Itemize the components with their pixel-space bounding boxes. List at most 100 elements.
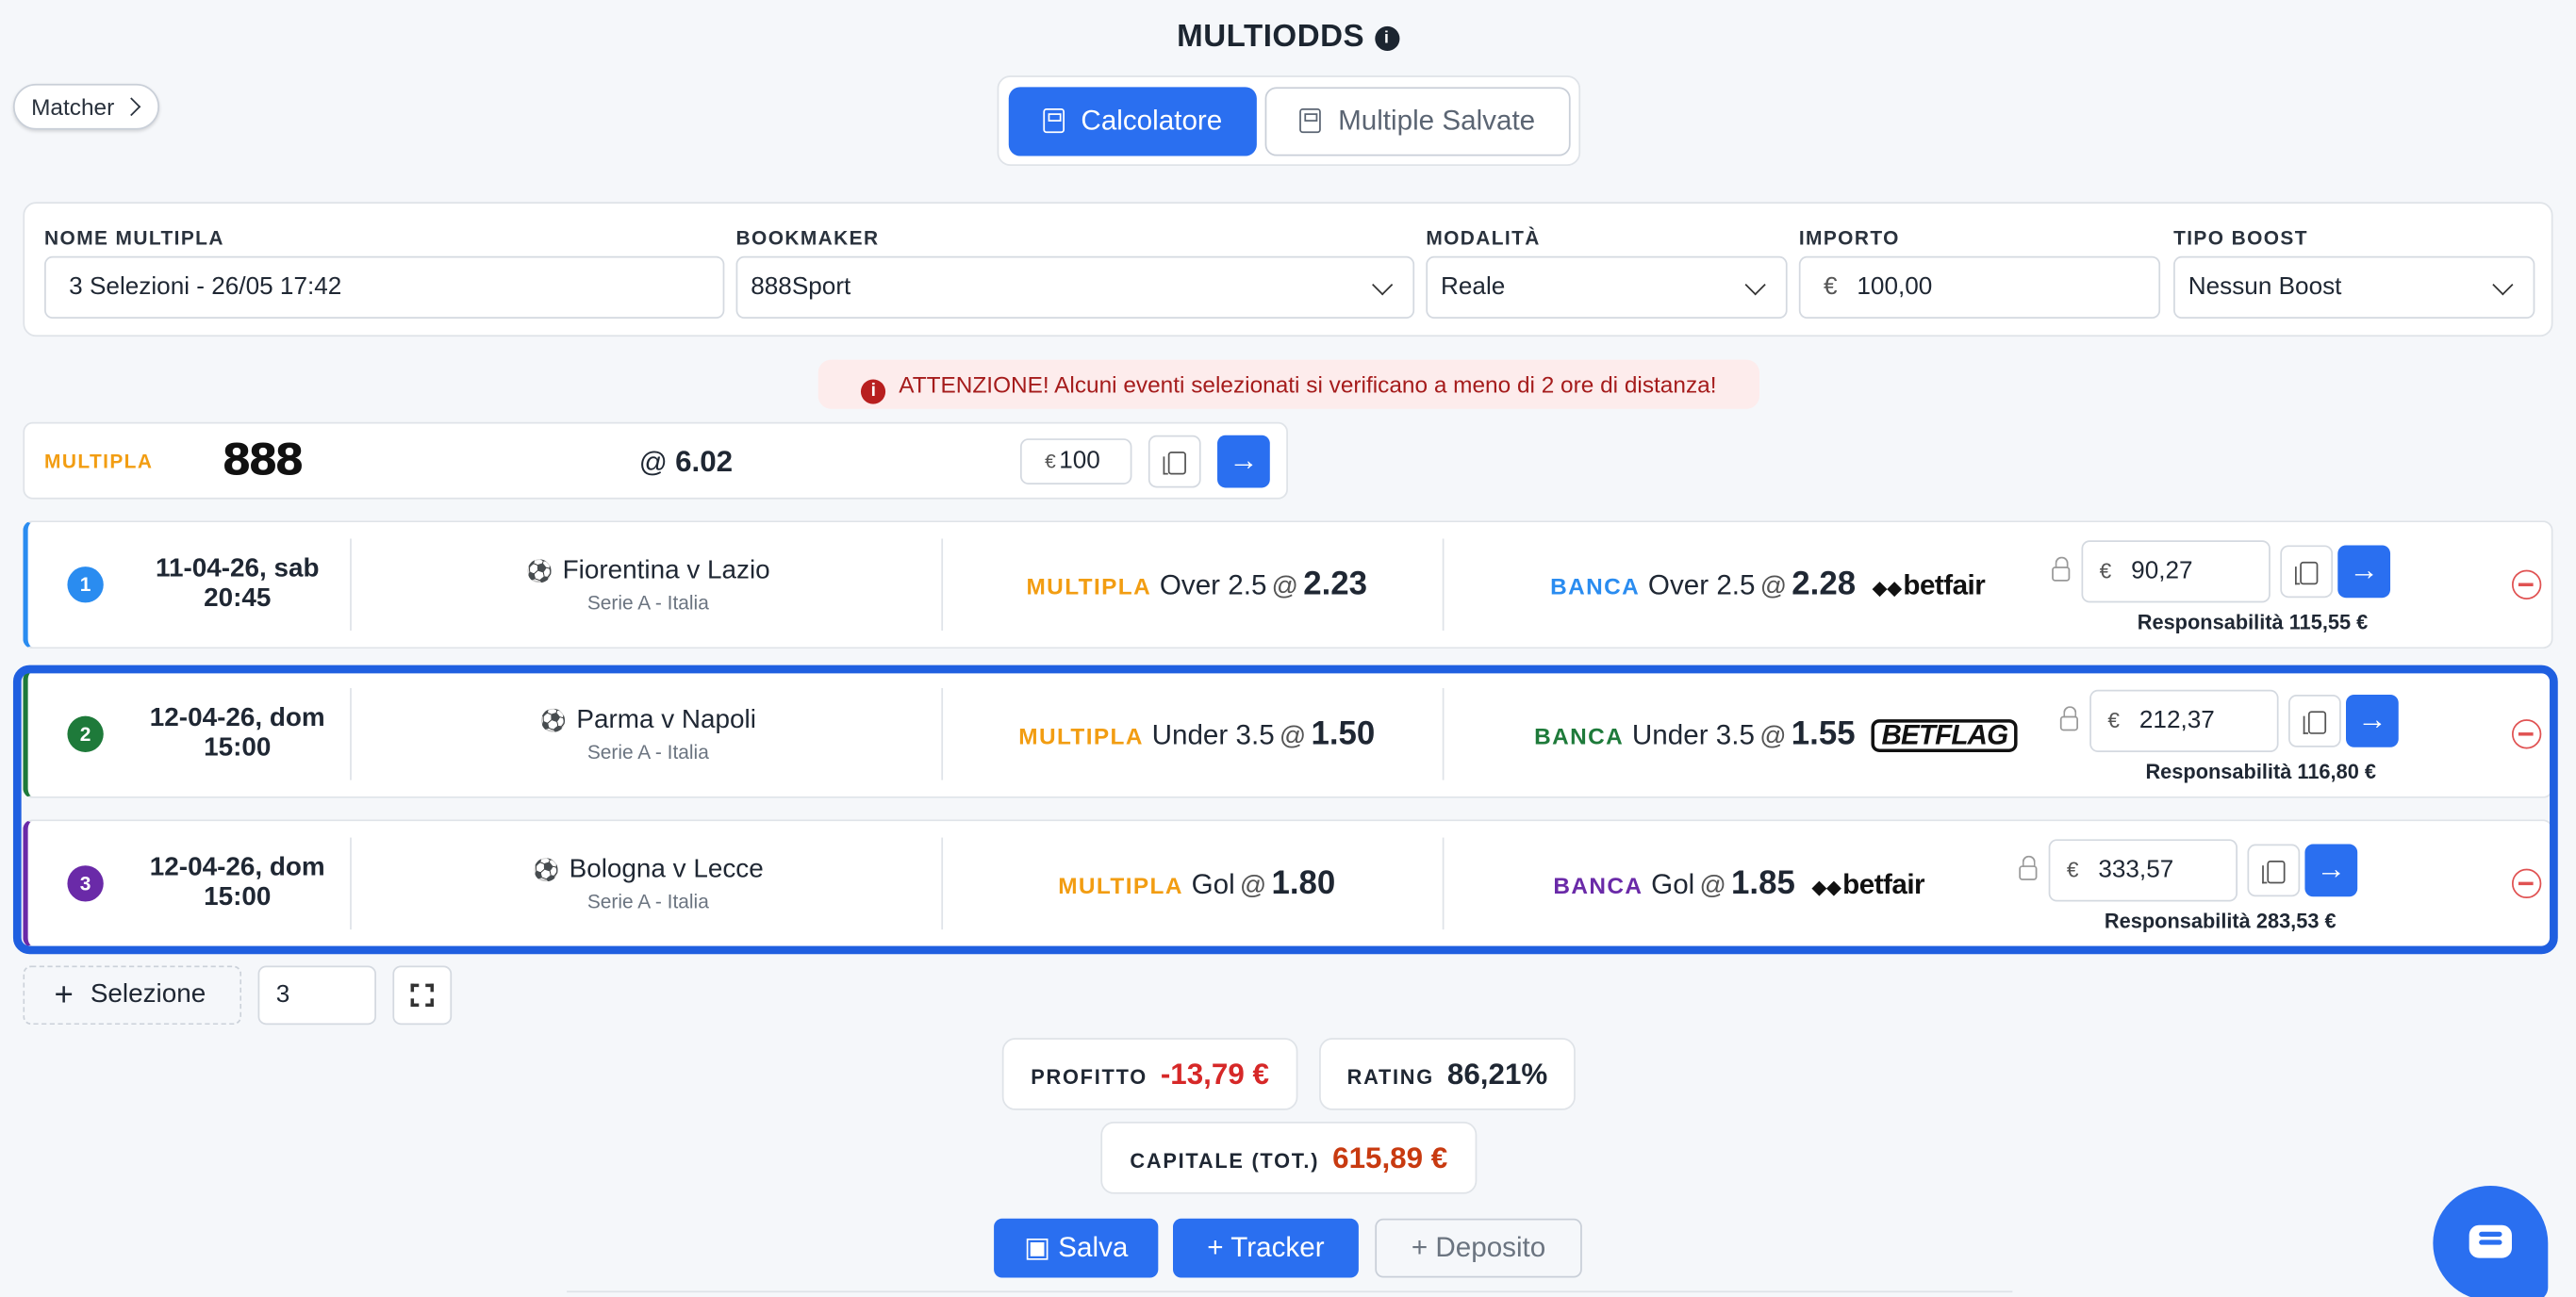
currency-symbol: €: [2099, 558, 2112, 583]
chevron-down-icon: [1372, 274, 1394, 296]
tab-bar: Calcolatore Multiple Salvate: [997, 75, 1581, 166]
remove-circle-icon[interactable]: [2511, 569, 2542, 599]
multipla-odds-value: 6.02: [675, 445, 734, 479]
currency-symbol: €: [1823, 272, 1838, 301]
chevron-down-icon: [1744, 274, 1766, 296]
lay-market: Over 2.5: [1647, 569, 1756, 601]
bookmaker-label: BOOKMAKER: [735, 226, 880, 250]
boost-select[interactable]: Nessun Boost: [2173, 255, 2535, 320]
name-input[interactable]: 3 Selezioni - 26/05 17:42: [44, 255, 725, 320]
multipla-label: MULTIPLA: [44, 450, 154, 473]
event-name: Fiorentina v Lazio: [562, 556, 770, 585]
lay-stake-value: 90,27: [2131, 556, 2193, 585]
mode-label: MODALITÀ: [1426, 226, 1541, 250]
amount-label: IMPORTO: [1798, 226, 1900, 250]
info-icon[interactable]: i: [1374, 25, 1399, 52]
chevron-right-icon: [121, 97, 140, 117]
capital-label: CAPITALE (TOT.): [1130, 1149, 1320, 1174]
arrow-right-icon[interactable]: →: [1217, 435, 1270, 488]
boost-value: Nessun Boost: [2188, 272, 2342, 301]
matcher-label: Matcher: [31, 93, 115, 121]
save-icon: [1300, 107, 1322, 134]
name-value: 3 Selezioni - 26/05 17:42: [69, 272, 342, 301]
rating-stat: RATING 86,21%: [1319, 1038, 1576, 1110]
tracker-label: Tracker: [1230, 1231, 1325, 1263]
capital-stat: CAPITALE (TOT.) 615,89 €: [1100, 1121, 1478, 1194]
arrow-right-icon[interactable]: →: [2337, 545, 2391, 599]
profit-value: -13,79 €: [1160, 1058, 1269, 1091]
bookmaker-select[interactable]: 888Sport: [735, 255, 1415, 320]
multipla-summary: MULTIPLA 888 @ 6.02 €100 →: [23, 421, 1288, 500]
rating-label: RATING: [1346, 1065, 1434, 1090]
add-selection-label: Selezione: [90, 980, 206, 1009]
name-label: NOME MULTIPLA: [44, 226, 224, 250]
profit-label: PROFITTO: [1031, 1065, 1148, 1090]
profit-stat: PROFITTO -13,79 €: [1001, 1038, 1298, 1110]
unlock-icon[interactable]: [2052, 556, 2071, 582]
lay-label: BANCA: [1550, 573, 1641, 599]
selection-count-value: 3: [275, 980, 290, 1009]
save-button[interactable]: ▣ Salva: [994, 1218, 1159, 1278]
tracker-button[interactable]: + Tracker: [1173, 1218, 1359, 1278]
save-icon: ▣: [1024, 1231, 1059, 1263]
lay-odds: 2.28: [1792, 566, 1857, 603]
chat-icon[interactable]: [2433, 1185, 2549, 1297]
plus-icon: +: [1207, 1231, 1231, 1263]
chevron-down-icon: [2492, 274, 2514, 296]
back-odds: 2.23: [1303, 566, 1368, 603]
mode-select[interactable]: Reale: [1426, 255, 1788, 320]
mode-value: Reale: [1440, 272, 1506, 301]
event-datetime: 11-04-26, sab 20:45: [126, 555, 348, 615]
matcher-button[interactable]: Matcher: [12, 83, 159, 130]
multipla-stake-input[interactable]: €100: [1019, 438, 1132, 484]
back-market: Over 2.5: [1159, 569, 1267, 601]
event-info: ⚽ Fiorentina v Lazio Serie A - Italia: [356, 557, 940, 615]
amount-input[interactable]: €100,00: [1798, 255, 2161, 320]
bookmaker-value: 888Sport: [751, 272, 851, 301]
plus-icon: +: [54, 977, 74, 1013]
event-time: 20:45: [204, 584, 272, 613]
football-icon: ⚽: [525, 558, 553, 583]
betfair-logo: ◆◆ betfair: [1872, 569, 1986, 601]
expand-icon[interactable]: [392, 965, 453, 1026]
tab-calcolatore[interactable]: Calcolatore: [1008, 87, 1257, 156]
currency-symbol: €: [1045, 450, 1056, 473]
deposit-button[interactable]: + Deposito: [1375, 1218, 1582, 1278]
deposit-label: Deposito: [1435, 1231, 1546, 1263]
rating-value: 86,21%: [1446, 1058, 1548, 1091]
bookmaker-logo: 888: [222, 436, 305, 486]
responsibility-text: Responsabilità 115,55 €: [2137, 611, 2369, 634]
copy-icon[interactable]: [1148, 435, 1201, 488]
alert-icon: i: [861, 379, 886, 404]
selection-count-input[interactable]: 3: [257, 965, 376, 1026]
add-selection-button[interactable]: + Selezione: [23, 965, 242, 1026]
multipla-stake-value: 100: [1059, 446, 1100, 475]
page-title-text: MULTIODDS: [1177, 19, 1365, 55]
boost-label: TIPO BOOST: [2173, 226, 2308, 250]
settings-panel: NOME MULTIPLA 3 Selezioni - 26/05 17:42 …: [23, 202, 2553, 337]
event-date: 11-04-26, sab: [155, 554, 320, 583]
capital-value: 615,89 €: [1332, 1141, 1448, 1174]
page-title: MULTIODDS i: [0, 20, 2576, 56]
at-sign: @: [638, 446, 668, 479]
warning-text: ATTENZIONE! Alcuni eventi selezionati si…: [899, 370, 1717, 398]
divider: [350, 538, 352, 632]
calculator-icon: [1043, 107, 1065, 134]
exchange-name: betfair: [1903, 569, 1986, 601]
back-label: MULTIPLA: [1026, 573, 1152, 599]
tab-multiple-salvate-label: Multiple Salvate: [1338, 105, 1536, 137]
selection-highlight: [12, 665, 2558, 955]
footer-divider: [567, 1290, 2013, 1297]
lay-bet: BANCA Over 2.5 @2.28 ◆◆ betfair: [1550, 566, 1986, 603]
warning-banner: i ATTENZIONE! Alcuni eventi selezionati s…: [817, 359, 1760, 409]
selection-number: 1: [67, 566, 104, 603]
plus-icon: +: [1411, 1231, 1436, 1263]
event-league: Serie A - Italia: [586, 591, 709, 615]
multipla-odds: @ 6.02: [639, 445, 733, 480]
amount-value: 100,00: [1857, 272, 1933, 301]
divider: [1442, 538, 1445, 632]
divider: [941, 538, 944, 632]
lay-stake-input[interactable]: €90,27: [2081, 540, 2271, 603]
copy-icon[interactable]: [2280, 545, 2334, 599]
tab-multiple-salvate[interactable]: Multiple Salvate: [1264, 87, 1571, 156]
